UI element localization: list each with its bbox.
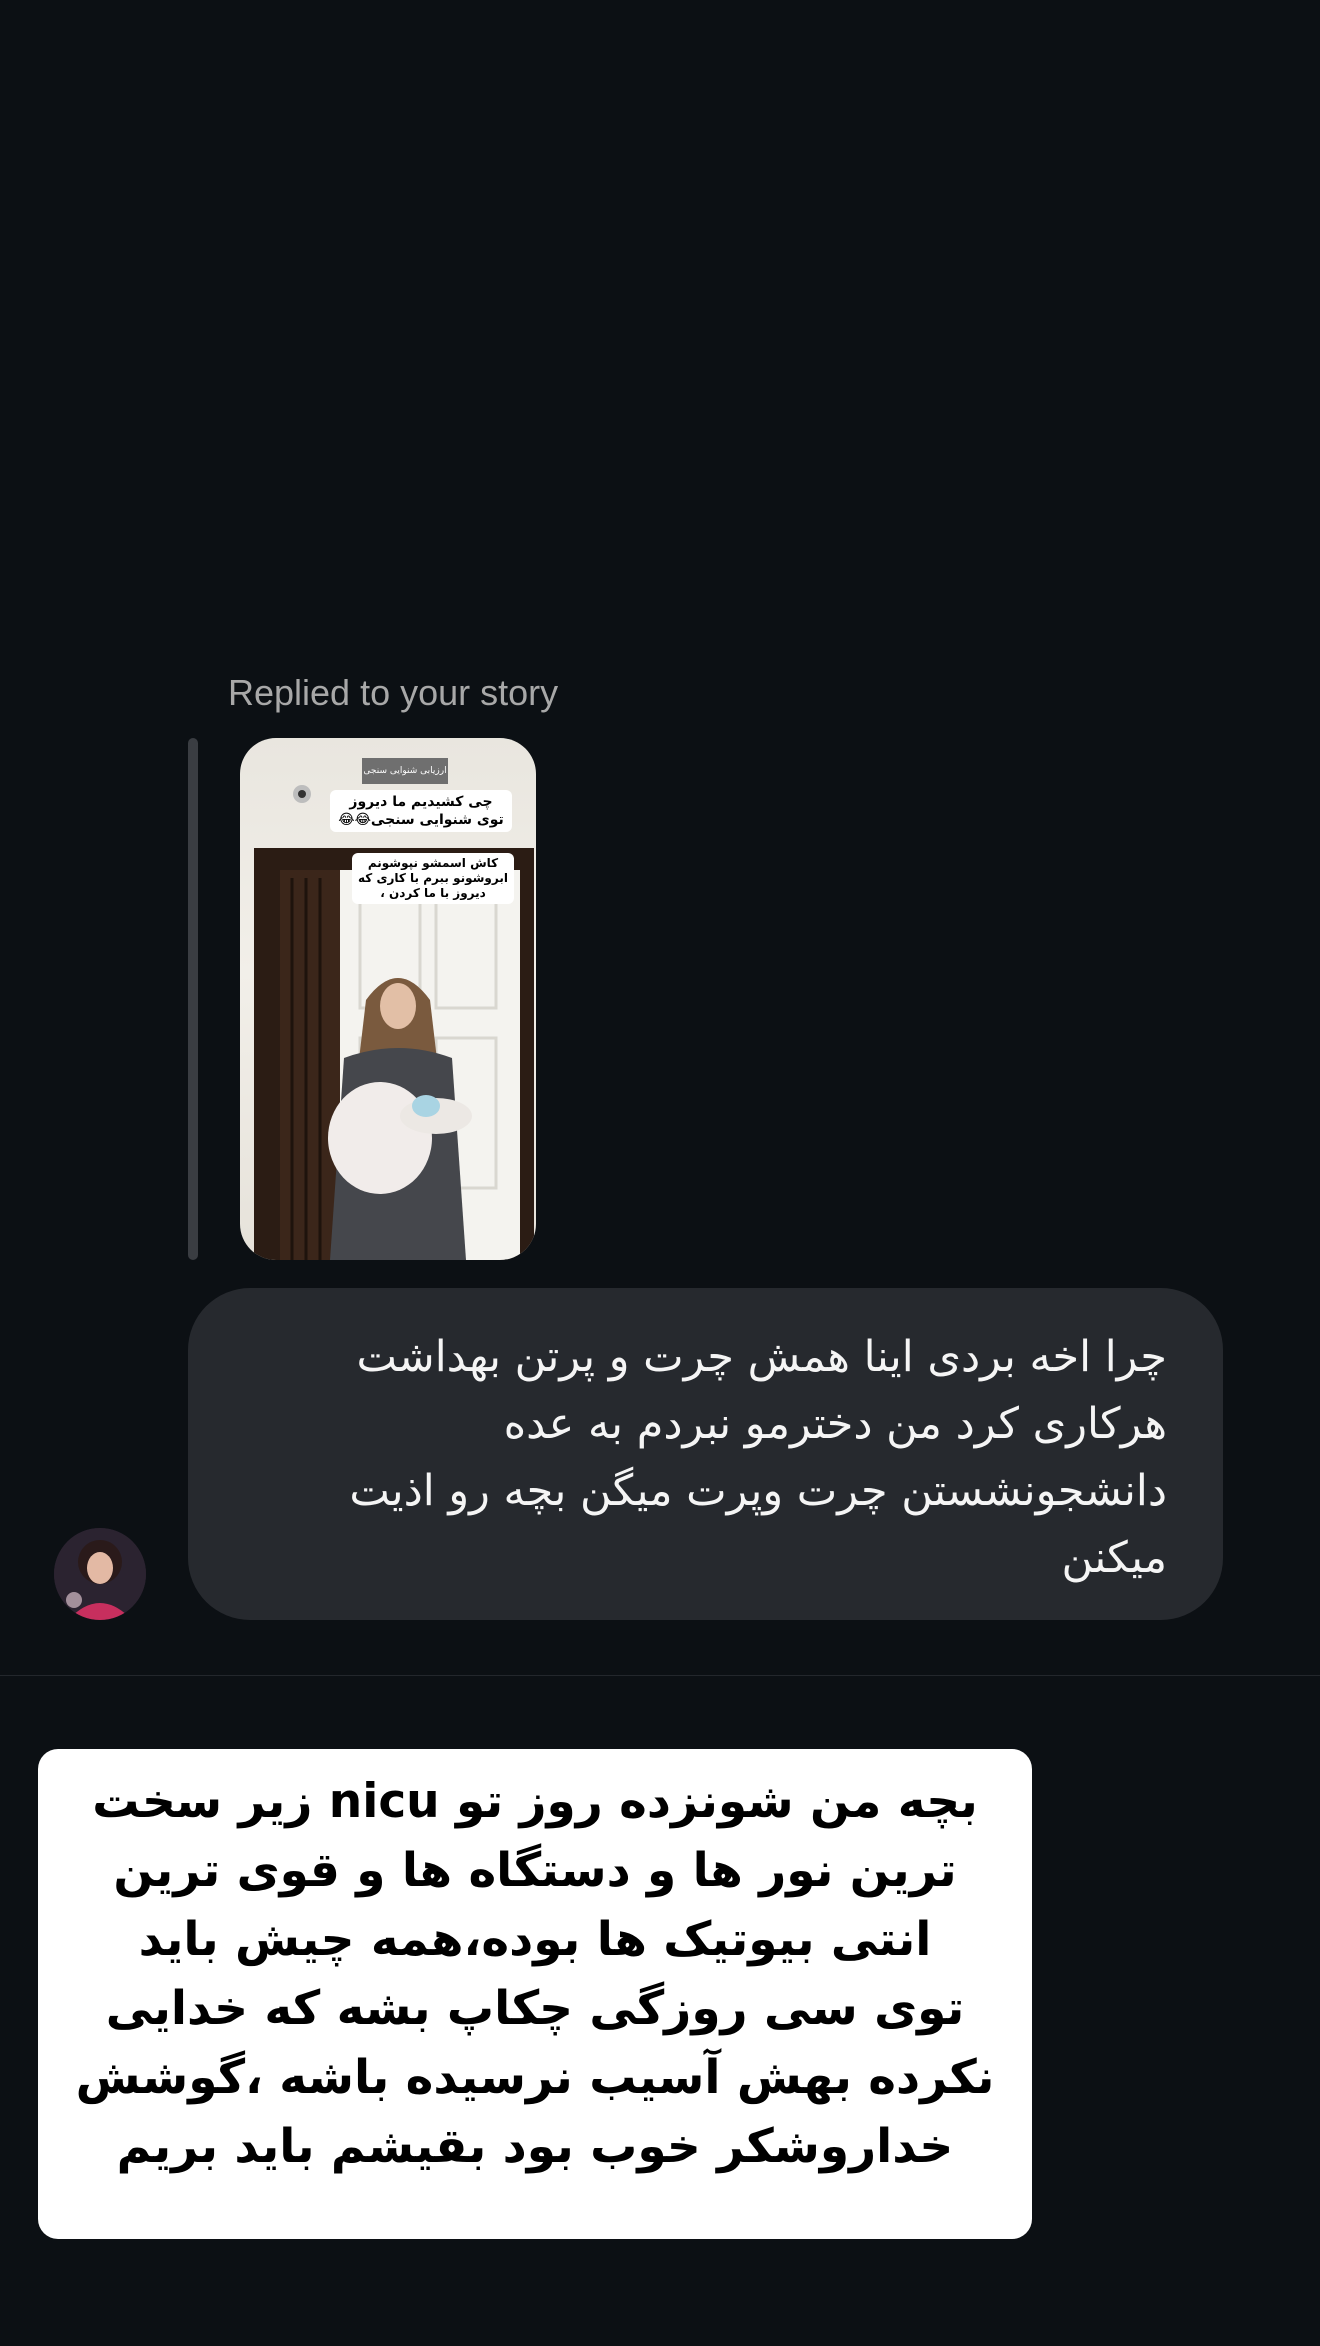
story-caption-bottom: کاش اسمشو نپوشونم ابروشونو ببرم با کاری … — [352, 853, 514, 904]
story-card-line: انتی بیوتیک ها بوده،همه چیش باید — [138, 1912, 932, 1967]
story-thumbnail[interactable]: ارزیابی شنوایی سنجی چی کشیدیم ما دیروز ت… — [240, 738, 536, 1260]
door-sign: ارزیابی شنوایی سنجی — [362, 758, 448, 784]
message-bubble[interactable]: چرا اخه بردی اینا همش چرت و پرتن بهداشت … — [188, 1288, 1223, 1620]
story-card-line: بچه من شونزده روز تو nicu زیر سخت — [92, 1774, 978, 1829]
message-line: چرا اخه بردی اینا همش چرت و پرتن بهداشت — [356, 1332, 1167, 1382]
section-divider — [0, 1675, 1320, 1676]
sender-avatar[interactable] — [54, 1528, 146, 1620]
story-caption-top: چی کشیدیم ما دیروز توی شنوایی سنجی😂😂 — [330, 790, 512, 832]
replied-to-story-label: Replied to your story — [228, 672, 559, 713]
story-quote-bar — [188, 738, 198, 1260]
story-card-line: ترین نور ها و دستگاه ها و قوی ترین — [113, 1843, 957, 1898]
story-card-line: نکرده بهش آسیب نرسیده باشه ،گوشش — [75, 2050, 995, 2105]
story-card-line: خداروشکر خوب بود بقیشم باید بریم — [116, 2119, 954, 2174]
message-line: دانشجونشستن چرت وپرت میگن بچه رو اذیت — [349, 1466, 1167, 1516]
avatar-image — [54, 1528, 146, 1620]
message-line: میکنن — [1061, 1533, 1167, 1583]
story-card-line: توی سی روزگی چکاپ بشه که خدایی — [105, 1981, 965, 2036]
message-line: هرکاری کرد من دخترمو نبردم به عده — [503, 1399, 1167, 1449]
story-text-card: بچه من شونزده روز تو nicu زیر سخت ترین ن… — [38, 1749, 1032, 2239]
